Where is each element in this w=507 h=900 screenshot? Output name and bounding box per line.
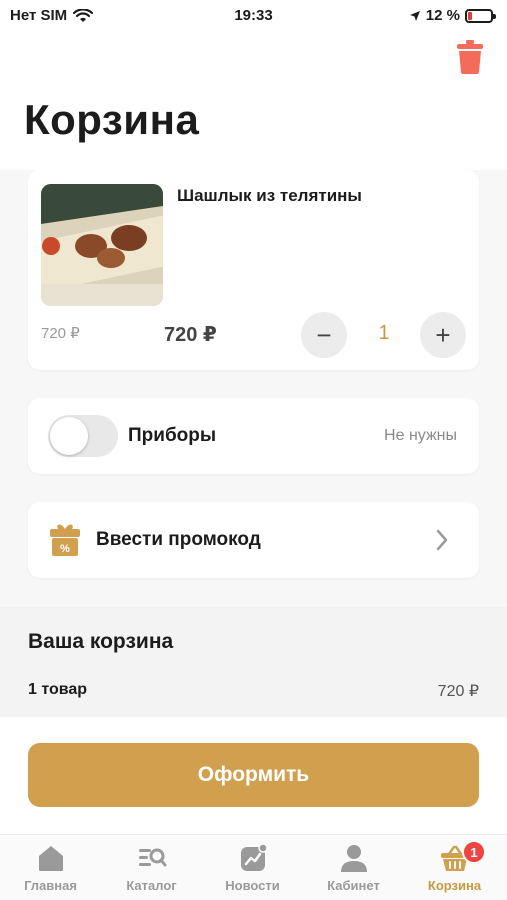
cart-summary: Ваша корзина 1 товар 720 ₽ [0, 607, 507, 717]
plus-icon: + [435, 319, 451, 350]
tab-label: Каталог [126, 878, 177, 893]
trash-icon[interactable] [457, 40, 483, 74]
checkout-area: Оформить [0, 717, 507, 834]
tab-label: Корзина [427, 878, 482, 893]
product-image [41, 184, 163, 306]
status-bar: Нет SIM 19:33 12 % [0, 0, 507, 30]
tab-bar: Главная Каталог Новости Кабинет 1 Корзин… [0, 834, 507, 900]
cutlery-label: Приборы [128, 425, 217, 446]
tab-label: Главная [24, 878, 77, 893]
battery-icon [465, 8, 496, 23]
summary-title: Ваша корзина [28, 630, 174, 653]
food-photo [41, 184, 163, 306]
user-icon [340, 845, 367, 872]
summary-total: 720 ₽ [437, 683, 479, 700]
gift-discount-icon: % [50, 524, 80, 556]
battery-percent: 12 % [425, 7, 460, 24]
tab-news[interactable]: Новости [202, 843, 303, 893]
promo-label: Ввести промокод [96, 529, 261, 550]
price: 720 ₽ [164, 324, 217, 346]
summary-items-count: 1 товар [28, 681, 88, 698]
product-name[interactable]: Шашлык из телятины [177, 186, 362, 206]
catalog-search-icon [138, 848, 166, 867]
status-right: 12 % [409, 7, 496, 24]
cart-item-card: Шашлык из телятины 720 ₽ 720 ₽ − 1 + [28, 170, 479, 370]
home-icon [38, 846, 63, 871]
quantity-value: 1 [378, 322, 390, 344]
minus-icon: − [316, 319, 332, 350]
svg-text:%: % [60, 543, 70, 555]
news-icon [240, 843, 268, 871]
cutlery-toggle[interactable] [48, 415, 118, 457]
old-price: 720 ₽ [41, 325, 80, 342]
header: Корзина [0, 30, 507, 170]
tab-label: Новости [225, 878, 280, 893]
location-arrow-icon [409, 10, 420, 21]
page-title: Корзина [24, 96, 200, 143]
cutlery-value: Не нужны [384, 427, 457, 444]
cart-badge: 1 [462, 840, 486, 864]
tab-account[interactable]: Кабинет [303, 843, 404, 893]
tab-cart[interactable]: 1 Корзина [404, 840, 505, 893]
tab-home[interactable]: Главная [0, 843, 101, 893]
checkout-button[interactable]: Оформить [28, 743, 479, 807]
tab-catalog[interactable]: Каталог [101, 843, 202, 893]
toggle-knob [50, 417, 88, 455]
increase-quantity-button[interactable]: + [420, 312, 466, 358]
chevron-right-icon [436, 529, 448, 551]
tab-label: Кабинет [327, 878, 380, 893]
cutlery-card: Приборы Не нужны [28, 398, 479, 474]
decrease-quantity-button[interactable]: − [301, 312, 347, 358]
promo-code-row[interactable]: % Ввести промокод [28, 502, 479, 578]
